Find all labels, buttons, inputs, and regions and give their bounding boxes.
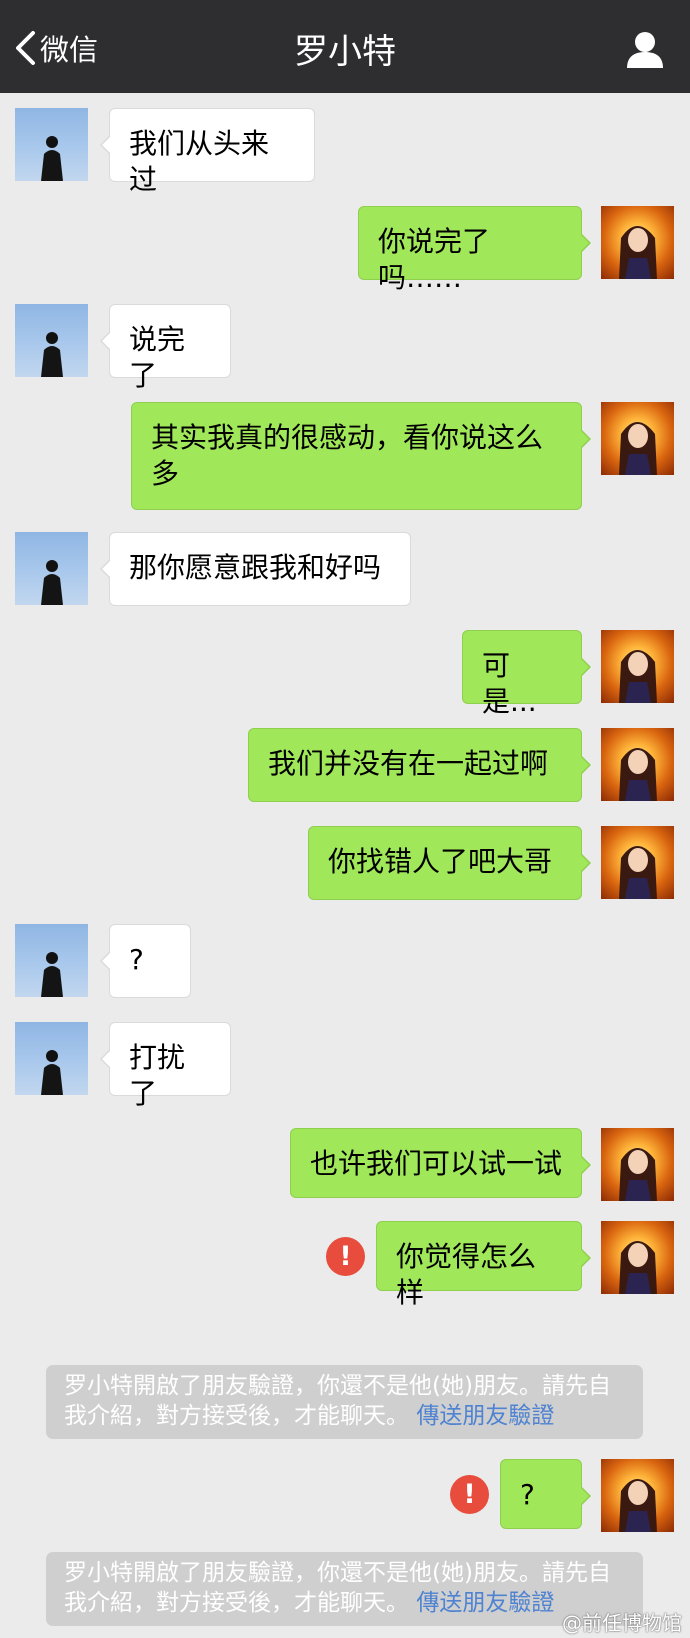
message-row: 也许我们可以试一试 xyxy=(0,1128,690,1204)
outgoing-message-bubble[interactable]: 我们并没有在一起过啊 xyxy=(248,728,591,802)
message-row: 那你愿意跟我和好吗 xyxy=(0,532,690,608)
chat-info-button[interactable] xyxy=(626,30,664,70)
page-title: 罗小特 xyxy=(294,32,396,72)
message-row: 我们从头来过 xyxy=(0,108,690,196)
back-button[interactable]: 微信 xyxy=(14,28,98,68)
watermark: @前任博物馆 xyxy=(562,1611,682,1635)
message-row: 你找错人了吧大哥 xyxy=(0,826,690,902)
contact-avatar[interactable] xyxy=(15,304,88,377)
chat-area[interactable]: 我们从头来过 你说完了吗…… 说完了 其实我真的很感动，看你说这么多 那你愿意跟… xyxy=(0,93,690,1638)
send-failed-icon[interactable]: ! xyxy=(326,1237,365,1276)
user-avatar[interactable] xyxy=(601,1221,674,1294)
send-failed-icon[interactable]: ! xyxy=(450,1475,489,1514)
user-avatar[interactable] xyxy=(601,1128,674,1201)
person-icon xyxy=(627,32,663,68)
message-row: ? xyxy=(0,924,690,1000)
outgoing-message-bubble[interactable]: 也许我们可以试一试 xyxy=(290,1128,591,1198)
outgoing-message-bubble[interactable]: 你找错人了吧大哥 xyxy=(308,826,591,900)
system-notice: 罗小特開啟了朋友驗證，你還不是他(她)朋友。請先自我介紹，對方接受後，才能聊天。… xyxy=(46,1365,643,1439)
user-avatar[interactable] xyxy=(601,402,674,475)
incoming-message-bubble[interactable]: 我们从头来过 xyxy=(100,108,315,196)
message-row: ! ? xyxy=(0,1459,690,1535)
user-avatar[interactable] xyxy=(601,206,674,279)
user-avatar[interactable] xyxy=(601,1459,674,1532)
contact-avatar[interactable] xyxy=(15,108,88,181)
incoming-message-bubble[interactable]: ? xyxy=(100,924,191,998)
message-row: 说完了 xyxy=(0,304,690,392)
message-row: 其实我真的很感动，看你说这么多 xyxy=(0,402,690,510)
contact-avatar[interactable] xyxy=(15,1022,88,1095)
message-row: 打扰了 xyxy=(0,1022,690,1110)
contact-avatar[interactable] xyxy=(15,532,88,605)
chevron-left-icon xyxy=(16,31,35,65)
send-verification-link[interactable]: 傳送朋友驗證 xyxy=(416,1590,554,1616)
contact-avatar[interactable] xyxy=(15,924,88,997)
incoming-message-bubble[interactable]: 说完了 xyxy=(100,304,231,392)
send-verification-link[interactable]: 傳送朋友驗證 xyxy=(416,1403,554,1429)
message-row: 可是... xyxy=(0,630,690,718)
user-avatar[interactable] xyxy=(601,728,674,801)
user-avatar[interactable] xyxy=(601,826,674,899)
outgoing-message-bubble[interactable]: 其实我真的很感动，看你说这么多 xyxy=(131,402,591,510)
incoming-message-bubble[interactable]: 打扰了 xyxy=(100,1022,231,1110)
navigation-bar: 微信 罗小特 xyxy=(0,0,690,93)
back-label: 微信 xyxy=(40,33,99,67)
outgoing-message-bubble[interactable]: 你说完了吗…… xyxy=(358,206,591,294)
message-row: ! 你觉得怎么样 xyxy=(0,1221,690,1309)
outgoing-message-bubble[interactable]: ? xyxy=(500,1459,591,1529)
message-row: 你说完了吗…… xyxy=(0,206,690,294)
incoming-message-bubble[interactable]: 那你愿意跟我和好吗 xyxy=(100,532,411,606)
message-row: 我们并没有在一起过啊 xyxy=(0,728,690,804)
outgoing-message-bubble[interactable]: 可是... xyxy=(462,630,591,718)
user-avatar[interactable] xyxy=(601,630,674,703)
system-notice: 罗小特開啟了朋友驗證，你還不是他(她)朋友。請先自我介紹，對方接受後，才能聊天。… xyxy=(46,1552,643,1626)
outgoing-message-bubble[interactable]: 你觉得怎么样 xyxy=(376,1221,591,1309)
